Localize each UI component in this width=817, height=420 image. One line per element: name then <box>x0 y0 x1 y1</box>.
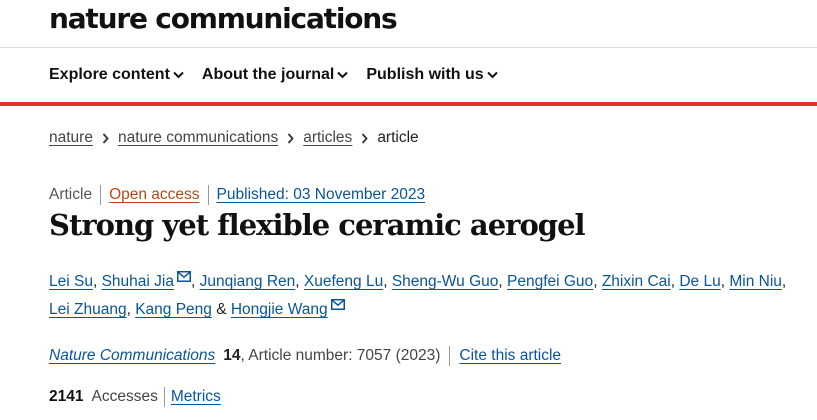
divider <box>207 185 209 205</box>
nav-about-journal[interactable]: About the journal <box>201 66 349 84</box>
journal-link[interactable]: Nature Communications <box>49 347 215 365</box>
author-link[interactable]: Pengfei Guo <box>507 273 593 290</box>
open-access-link[interactable]: Open access <box>109 186 199 204</box>
author-separator: , <box>92 273 102 290</box>
main-nav: Explore content About the journal Publis… <box>49 66 498 84</box>
author-link[interactable]: Hongjie Wang <box>231 301 328 318</box>
nav-publish-with-us[interactable]: Publish with us <box>366 66 498 84</box>
divider <box>449 346 451 366</box>
author-item: Sheng-Wu Guo, <box>392 273 507 290</box>
author-link[interactable]: Zhixin Cai <box>602 273 671 290</box>
article-number: , Article number: 7057 (2023) <box>240 347 441 364</box>
mail-icon[interactable] <box>176 271 191 282</box>
author-item: Lei Zhuang, <box>49 301 135 318</box>
nav-item-label: Publish with us <box>366 66 484 83</box>
author-item: Kang Peng & <box>135 301 231 318</box>
article-type: Article <box>49 186 93 203</box>
author-link[interactable]: Min Niu <box>729 273 782 290</box>
author-link[interactable]: Xuefeng Lu <box>304 273 383 290</box>
mail-icon[interactable] <box>330 299 345 310</box>
author-link[interactable]: Sheng-Wu Guo <box>392 273 499 290</box>
chevron-down-icon <box>486 71 498 79</box>
chevron-right-icon <box>287 132 294 144</box>
chevron-right-icon <box>102 132 109 144</box>
author-separator: , <box>593 273 602 290</box>
author-item: Pengfei Guo, <box>507 273 602 290</box>
author-separator: , <box>126 301 136 318</box>
header-divider <box>0 47 817 48</box>
author-separator: , <box>498 273 507 290</box>
author-separator: , <box>383 273 392 290</box>
author-link[interactable]: Lei Zhuang <box>49 301 127 318</box>
author-item: Min Niu, <box>729 273 786 290</box>
breadcrumb-articles[interactable]: articles <box>303 129 352 147</box>
divider <box>163 387 165 407</box>
author-separator: , <box>190 273 200 290</box>
citation-line: Nature Communications 14 , Article numbe… <box>49 346 561 366</box>
author-list: Lei Su, Shuhai Jia, Junqiang Ren, Xuefen… <box>49 268 809 324</box>
breadcrumb: nature nature communications articles ar… <box>49 129 419 147</box>
author-link[interactable]: Junqiang Ren <box>200 273 296 290</box>
article-metrics: 2141 Accesses Metrics <box>49 387 221 407</box>
author-item: Xuefeng Lu, <box>304 273 392 290</box>
accesses-count: 2141 <box>49 388 84 405</box>
cite-this-article-link[interactable]: Cite this article <box>459 347 561 365</box>
nav-item-label: About the journal <box>201 66 335 83</box>
author-link[interactable]: Lei Su <box>49 273 93 290</box>
author-item: Hongjie Wang <box>231 299 345 318</box>
author-separator: , <box>781 273 787 290</box>
volume-number: 14 <box>223 347 241 364</box>
author-item: De Lu, <box>679 273 729 290</box>
nav-explore-content[interactable]: Explore content <box>49 66 184 84</box>
article-meta: Article Open access Published: 03 Novemb… <box>49 185 425 205</box>
author-separator: & <box>211 301 231 318</box>
breadcrumb-nature-communications[interactable]: nature communications <box>118 129 278 147</box>
chevron-right-icon <box>361 132 369 144</box>
author-item: Shuhai Jia, <box>102 271 200 290</box>
breadcrumb-nature[interactable]: nature <box>49 129 93 147</box>
breadcrumb-current: article <box>377 129 419 146</box>
article-title: Strong yet flexible ceramic aerogel <box>49 208 586 242</box>
author-link[interactable]: De Lu <box>679 273 720 290</box>
author-item: Lei Su, <box>49 273 102 290</box>
accesses-label: Accesses <box>91 388 158 405</box>
published-date-link[interactable]: Published: 03 November 2023 <box>217 186 426 204</box>
chevron-down-icon <box>173 71 184 79</box>
chevron-down-icon <box>337 71 349 79</box>
author-link[interactable]: Kang Peng <box>135 301 212 318</box>
metrics-link[interactable]: Metrics <box>171 388 221 406</box>
author-link[interactable]: Shuhai Jia <box>102 273 174 290</box>
site-logo[interactable]: nature communications <box>49 2 398 35</box>
accent-bar <box>0 102 817 106</box>
author-item: Zhixin Cai, <box>602 273 680 290</box>
author-item: Junqiang Ren, <box>200 273 304 290</box>
author-separator: , <box>295 273 304 290</box>
divider <box>100 185 102 205</box>
nav-item-label: Explore content <box>49 66 170 83</box>
